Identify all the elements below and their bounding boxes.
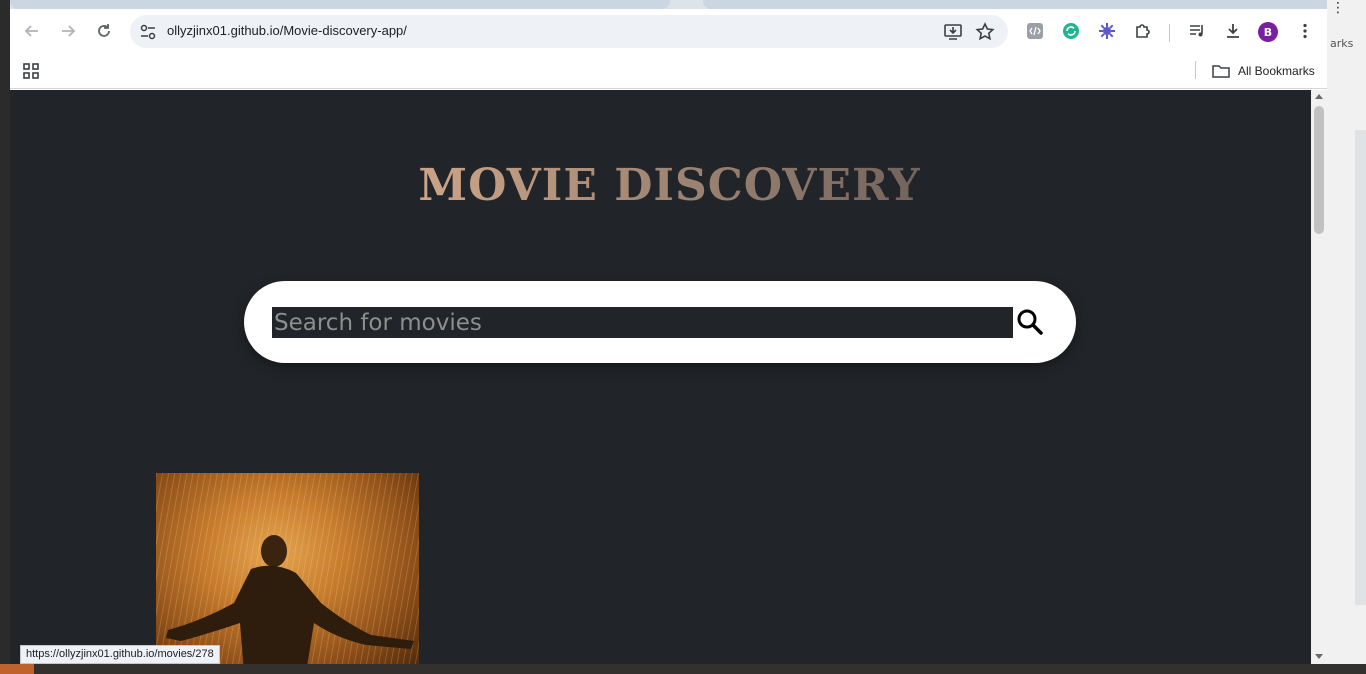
scroll-up-arrow-icon[interactable] (1315, 94, 1323, 99)
browser-menu-icon[interactable] (1294, 20, 1316, 42)
install-app-icon[interactable] (942, 21, 964, 43)
media-control-icon[interactable] (1186, 20, 1208, 42)
url-text[interactable]: ollyzjinx01.github.io/Movie-discovery-ap… (167, 23, 407, 38)
tab-left[interactable] (10, 0, 670, 9)
taskbar-accent (0, 664, 34, 674)
page-content: MOVIE DISCOVERY (10, 90, 1311, 664)
back-arrow-icon (24, 25, 38, 37)
forward-button[interactable] (54, 17, 82, 45)
search-bar (244, 281, 1076, 363)
search-button[interactable] (1015, 307, 1045, 337)
extension-green-icon[interactable] (1060, 20, 1082, 42)
bookmarks-bar: All Bookmarks (10, 55, 1327, 89)
taskbar (0, 664, 1366, 674)
site-settings-icon[interactable] (138, 22, 158, 42)
all-bookmarks-button[interactable]: All Bookmarks (1212, 60, 1315, 82)
reload-icon (98, 24, 110, 37)
page-title: MOVIE DISCOVERY (10, 160, 1311, 211)
address-bar[interactable]: ollyzjinx01.github.io/Movie-discovery-ap… (130, 15, 1008, 48)
extension-devtools-icon[interactable] (1024, 20, 1046, 42)
movie-poster[interactable] (156, 473, 419, 664)
apps-grid-icon[interactable] (22, 62, 40, 80)
forward-arrow-icon (62, 25, 76, 37)
all-bookmarks-label: All Bookmarks (1238, 64, 1315, 78)
reload-button[interactable] (90, 17, 118, 45)
browser-toolbar: ollyzjinx01.github.io/Movie-discovery-ap… (10, 9, 1327, 55)
bookmark-star-icon[interactable] (974, 21, 996, 43)
browser-window: ollyzjinx01.github.io/Movie-discovery-ap… (10, 0, 1327, 664)
poster-figure (166, 535, 414, 664)
downloads-icon[interactable] (1222, 20, 1244, 42)
back-button[interactable] (18, 17, 46, 45)
search-input[interactable] (272, 307, 1013, 338)
extension-purple-icon[interactable] (1096, 20, 1118, 42)
tab-strip (10, 0, 1327, 9)
search-icon (1017, 309, 1043, 335)
extensions-puzzle-icon[interactable] (1132, 20, 1154, 42)
page-scrollbar[interactable] (1311, 90, 1327, 664)
scroll-down-arrow-icon[interactable] (1315, 654, 1323, 659)
more-menu-icon[interactable]: ⋮ (1331, 0, 1345, 16)
desktop-left-edge (0, 0, 10, 674)
toolbar-separator (1169, 24, 1170, 42)
scrollbar-thumb[interactable] (1314, 106, 1324, 234)
link-status-bubble: https://ollyzjinx01.github.io/movies/278 (20, 645, 220, 664)
profile-avatar[interactable]: B (1258, 22, 1278, 42)
background-window: ⋮ arks (1327, 0, 1366, 674)
folder-icon (1212, 65, 1230, 78)
tab-right[interactable] (703, 0, 1327, 9)
background-window-pattern (1355, 130, 1366, 605)
background-window-partial-text: arks (1330, 37, 1354, 50)
bookmarks-separator (1195, 61, 1196, 79)
